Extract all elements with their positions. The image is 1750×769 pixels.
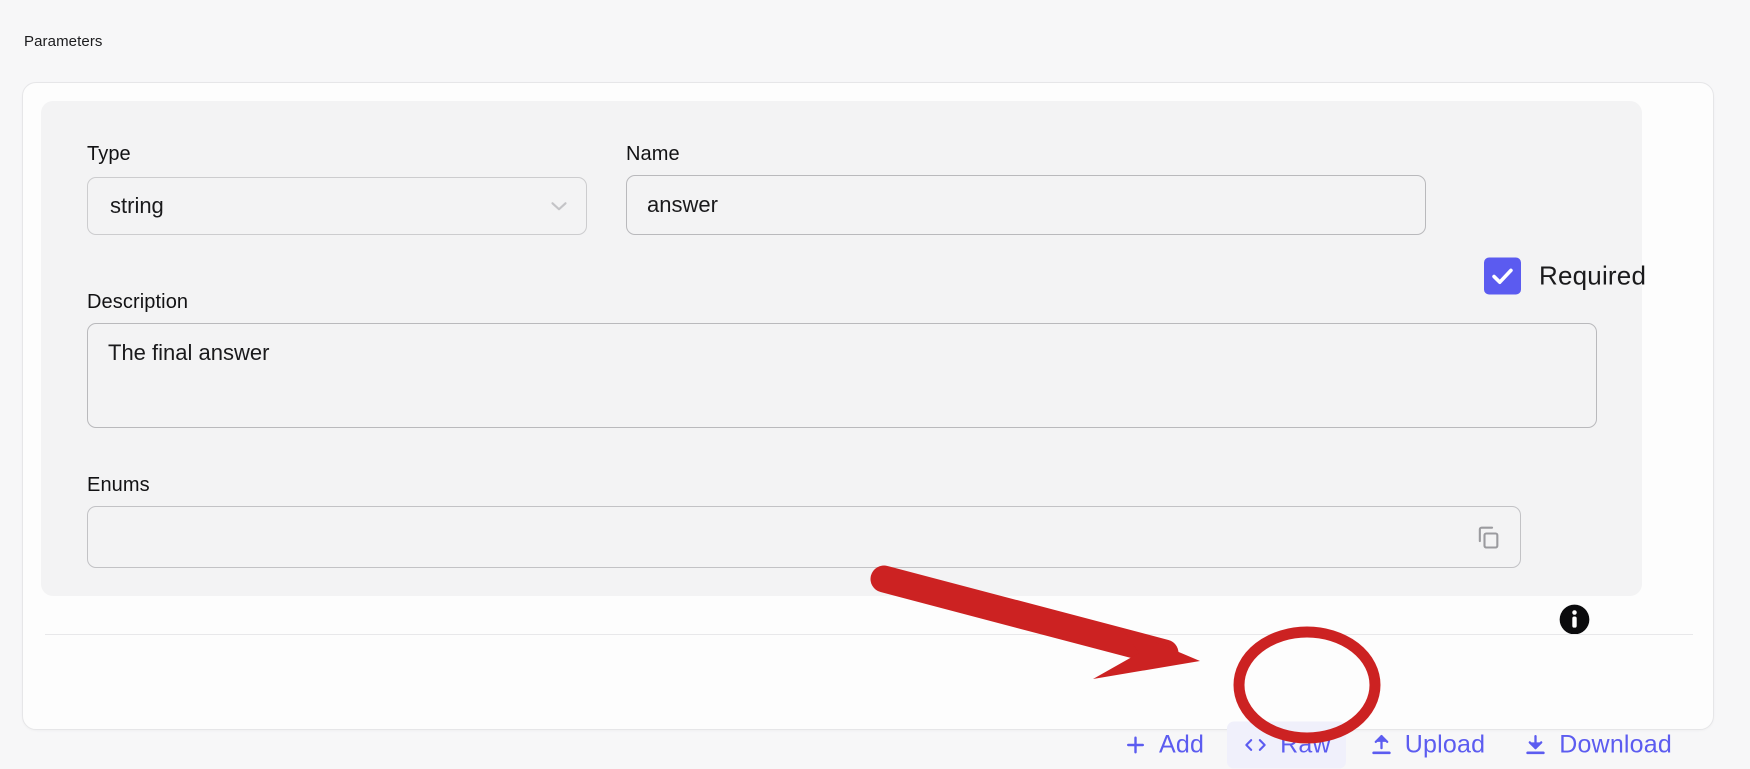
description-label: Description [87,291,189,313]
chevron-down-icon [546,193,572,219]
required-checkbox[interactable] [1484,257,1521,295]
type-label: Type [87,143,131,165]
check-icon [1492,268,1513,284]
add-button-label: Add [1159,730,1205,759]
parameters-card: Type string Name answer Required Descrip… [22,82,1714,769]
copy-icon[interactable] [1474,523,1502,551]
description-value: The final answer [108,340,270,365]
upload-button-label: Upload [1404,730,1486,759]
enums-input[interactable] [87,506,1521,568]
code-icon [1242,733,1269,758]
card-actions: Add Raw Upload Download [1108,721,1687,769]
download-button-label: Download [1559,730,1672,759]
type-select[interactable]: string [87,177,587,235]
name-label: Name [626,143,680,165]
upload-button[interactable]: Upload [1354,722,1500,769]
type-select-value: string [110,193,164,218]
download-button[interactable]: Download [1508,722,1687,769]
parameter-fields-panel: Type string Name answer Required Descrip… [41,101,1646,635]
card-divider [45,634,1693,635]
upload-icon [1369,733,1394,758]
description-textarea[interactable]: The final answer [87,323,1597,428]
section-label: Parameters [24,33,103,50]
raw-button[interactable]: Raw [1227,721,1346,769]
enums-label: Enums [87,474,150,496]
plus-icon [1123,733,1148,758]
required-checkbox-group[interactable]: Required [1484,257,1647,295]
name-input-value: answer [647,192,718,217]
name-input[interactable]: answer [626,175,1426,235]
required-label: Required [1539,260,1647,291]
add-button[interactable]: Add [1108,722,1219,769]
raw-button-label: Raw [1280,730,1331,759]
download-icon [1523,733,1548,758]
